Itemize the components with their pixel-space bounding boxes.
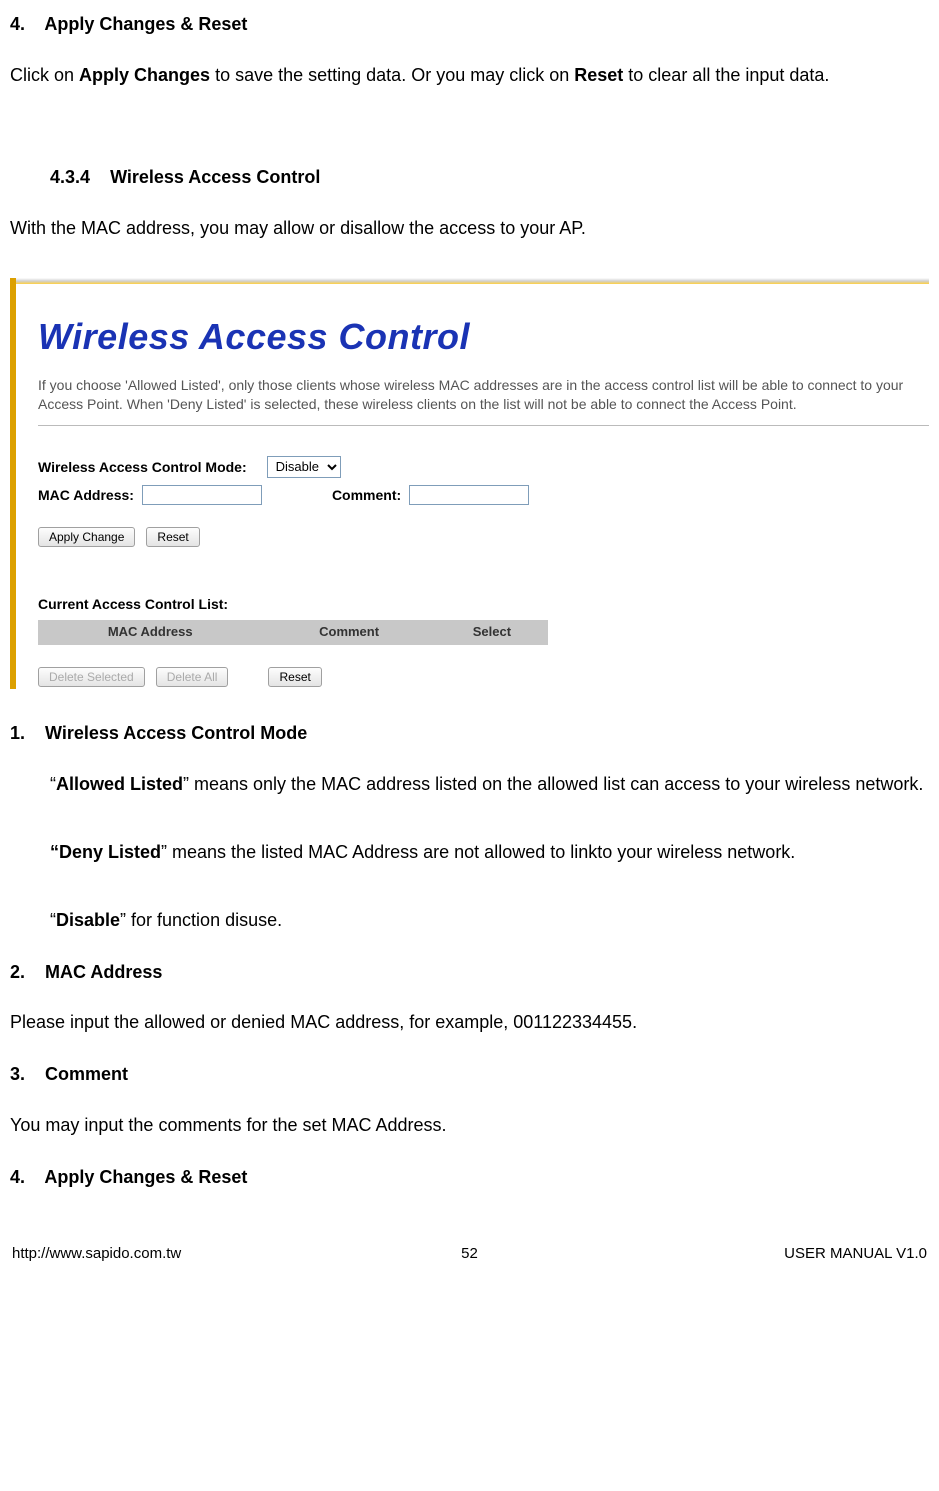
screenshot-topbar: [16, 278, 929, 284]
item1-deny: “Deny Listed” means the listed MAC Addre…: [10, 834, 929, 872]
screenshot-description: If you choose 'Allowed Listed', only tho…: [38, 376, 913, 415]
section-434-number: 4.3.4: [50, 167, 90, 187]
col-mac: MAC Address: [38, 620, 262, 645]
section-434-heading: 4.3.4 Wireless Access Control: [10, 163, 929, 192]
item1-heading: 1. Wireless Access Control Mode: [10, 719, 929, 748]
delete-all-button[interactable]: Delete All: [156, 667, 229, 687]
section-4-paragraph: Click on Apply Changes to save the setti…: [10, 57, 929, 95]
apply-changes-bold: Apply Changes: [79, 65, 210, 85]
footer-url: http://www.sapido.com.tw: [12, 1242, 181, 1266]
mode-label: Wireless Access Control Mode:: [38, 456, 247, 478]
item2-text: Please input the allowed or denied MAC a…: [10, 1004, 929, 1042]
allowed-listed-bold: Allowed Listed: [56, 774, 183, 794]
comment-input[interactable]: [409, 485, 529, 505]
item1-deny-rest: ” means the listed MAC Address are not a…: [161, 842, 795, 862]
item4-number: 4.: [10, 1167, 25, 1187]
screenshot-form: Wireless Access Control Mode: Disable MA…: [38, 456, 929, 507]
wireless-access-control-screenshot: Wireless Access Control If you choose 'A…: [10, 278, 929, 689]
table-header-row: MAC Address Comment Select: [38, 620, 548, 645]
item3-title: Comment: [45, 1064, 128, 1084]
section-4-number: 4.: [10, 14, 25, 34]
access-control-table: MAC Address Comment Select: [38, 620, 548, 645]
reset-button[interactable]: Reset: [146, 527, 199, 547]
q1d: “: [50, 842, 59, 862]
item4-heading: 4. Apply Changes & Reset: [10, 1163, 929, 1192]
item1-disable: “Disable” for function disuse.: [10, 902, 929, 940]
section-4-title: Apply Changes & Reset: [44, 14, 247, 34]
item4-title: Apply Changes & Reset: [44, 1167, 247, 1187]
footer-page: 52: [461, 1242, 478, 1266]
section-434-title: Wireless Access Control: [110, 167, 320, 187]
item1-title: Wireless Access Control Mode: [45, 723, 307, 743]
section-4-text-mid: to save the setting data. Or you may cli…: [210, 65, 574, 85]
section-4-heading: 4. Apply Changes & Reset: [10, 10, 929, 39]
apply-change-button[interactable]: Apply Change: [38, 527, 135, 547]
item1-disable-rest: ” for function disuse.: [120, 910, 282, 930]
mac-label: MAC Address:: [38, 484, 134, 506]
reset-bold: Reset: [574, 65, 623, 85]
screenshot-divider: [38, 425, 929, 426]
mac-comment-row: MAC Address: Comment:: [38, 484, 929, 506]
screenshot-title: Wireless Access Control: [38, 308, 929, 366]
current-list-heading: Current Access Control List:: [38, 593, 929, 615]
col-select: Select: [436, 620, 548, 645]
item2-number: 2.: [10, 962, 25, 982]
item1-allowed-rest: ” means only the MAC address listed on t…: [183, 774, 923, 794]
mac-input[interactable]: [142, 485, 262, 505]
mode-select[interactable]: Disable: [267, 456, 341, 478]
col-comment: Comment: [262, 620, 435, 645]
comment-label: Comment:: [332, 484, 401, 506]
reset-button-2[interactable]: Reset: [268, 667, 321, 687]
item1-number: 1.: [10, 723, 25, 743]
item2-title: MAC Address: [45, 962, 162, 982]
item2-heading: 2. MAC Address: [10, 958, 929, 987]
mode-row: Wireless Access Control Mode: Disable: [38, 456, 929, 478]
item3-text: You may input the comments for the set M…: [10, 1107, 929, 1145]
item1-allowed: “Allowed Listed” means only the MAC addr…: [10, 766, 929, 804]
deny-listed-bold: Deny Listed: [59, 842, 161, 862]
section-4-text-post: to clear all the input data.: [623, 65, 829, 85]
delete-selected-button[interactable]: Delete Selected: [38, 667, 145, 687]
page-footer: http://www.sapido.com.tw 52 USER MANUAL …: [10, 1242, 929, 1276]
apply-reset-buttons: Apply Change Reset: [38, 521, 929, 550]
section-4-text-pre: Click on: [10, 65, 79, 85]
table-buttons: Delete Selected Delete All Reset: [38, 661, 929, 690]
item3-heading: 3. Comment: [10, 1060, 929, 1089]
footer-manual: USER MANUAL V1.0: [784, 1242, 927, 1266]
disable-bold: Disable: [56, 910, 120, 930]
section-434-intro: With the MAC address, you may allow or d…: [10, 210, 929, 248]
item3-number: 3.: [10, 1064, 25, 1084]
